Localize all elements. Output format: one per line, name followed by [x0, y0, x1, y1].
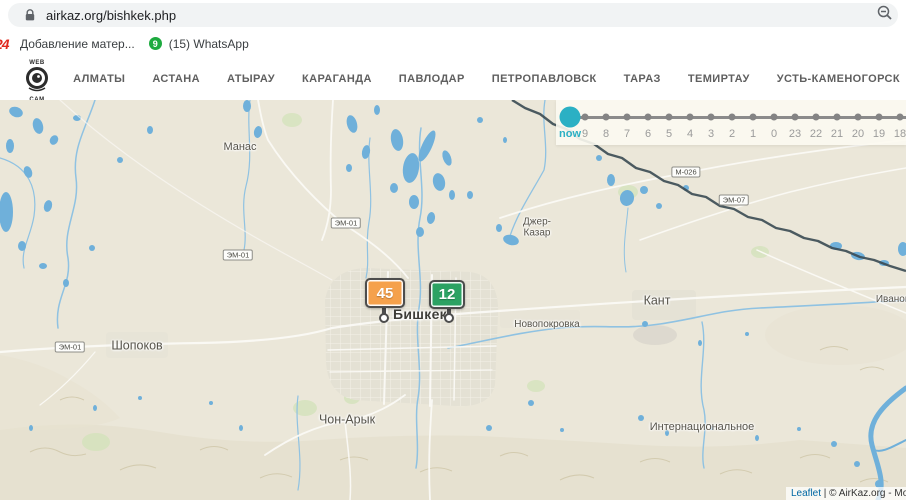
nav-city-link[interactable]: ТАРАЗ — [624, 73, 661, 85]
aqi-marker[interactable]: 12 — [429, 280, 465, 309]
slider-tick-dot[interactable] — [603, 114, 610, 121]
road-shield: ЭМ-01 — [331, 218, 361, 229]
slider-tick-label[interactable]: 2 — [729, 128, 735, 140]
map-attribution: Leaflet | © AirKaz.org - Мони — [786, 487, 906, 500]
place-label: Иванов — [876, 295, 906, 306]
road-shield: ЭМ-07 — [719, 195, 749, 206]
slider-tick-label[interactable]: 22 — [810, 128, 822, 140]
time-slider[interactable]: now9876543210232221201918 — [556, 100, 906, 145]
bookmark-item[interactable]: 24 Добавление матер... — [0, 36, 135, 52]
leaflet-link[interactable]: Leaflet — [791, 488, 821, 499]
slider-tick-dot[interactable] — [771, 114, 778, 121]
slider-tick-label[interactable]: 7 — [624, 128, 630, 140]
marker-pin-point — [379, 313, 389, 323]
slider-tick-dot[interactable] — [876, 114, 883, 121]
slider-tick-label[interactable]: 1 — [750, 128, 756, 140]
slider-tick-label[interactable]: 6 — [645, 128, 651, 140]
place-label: Кант — [644, 294, 671, 307]
site-24-icon: 24 — [0, 36, 13, 52]
slider-tick-dot[interactable] — [855, 114, 862, 121]
bookmark-item[interactable]: 9 (15) WhatsApp — [143, 37, 249, 51]
nav-city-link[interactable]: ПАВЛОДАР — [399, 73, 465, 85]
slider-tick-label[interactable]: 9 — [582, 128, 588, 140]
url-text[interactable]: airkaz.org/bishkek.php — [46, 8, 176, 23]
nav-city-link[interactable]: ПЕТРОПАВЛОВСК — [492, 73, 597, 85]
place-label: Новопокровка — [514, 320, 580, 331]
slider-tick-dot[interactable] — [624, 114, 631, 121]
air-quality-map[interactable]: now9876543210232221201918 Leaflet | © Ai… — [0, 100, 906, 500]
bookmarks-bar: 24 Добавление матер... 9 (15) WhatsApp — [0, 30, 906, 58]
camera-lens-icon — [24, 66, 50, 92]
place-label: Чон-Арык — [319, 413, 375, 426]
browser-toolbar: airkaz.org/bishkek.php — [0, 0, 906, 30]
slider-tick-label[interactable]: 21 — [831, 128, 843, 140]
slider-tick-label[interactable]: 3 — [708, 128, 714, 140]
road-shield: ЭМ-01 — [223, 250, 253, 261]
slider-tick-label[interactable]: 23 — [789, 128, 801, 140]
place-label: Шопоков — [111, 339, 162, 352]
slider-tick-dot[interactable] — [729, 114, 736, 121]
zoom-out-icon[interactable] — [876, 4, 894, 27]
slider-tick-label[interactable]: 18 — [894, 128, 906, 140]
road-shield: ЭМ-01 — [55, 342, 85, 353]
slider-tick-label[interactable]: 19 — [873, 128, 885, 140]
slider-tick-dot[interactable] — [666, 114, 673, 121]
site-header: WEB CAM АЛМАТЫ АСТАНА АТЫРАУ КАРАГАНДА ПАВЛО… — [0, 57, 906, 100]
nav-city-link[interactable]: УСТЬ-КАМЕНОГОРСК — [777, 73, 900, 85]
slider-tick-dot[interactable] — [687, 114, 694, 121]
slider-tick-dot[interactable] — [834, 114, 841, 121]
lock-icon[interactable] — [24, 9, 36, 22]
slider-tick-dot[interactable] — [645, 114, 652, 121]
slider-tick-dot[interactable] — [792, 114, 799, 121]
whatsapp-badge-icon: 9 — [149, 37, 162, 50]
bookmark-label: Добавление матер... — [20, 37, 135, 51]
nav-city-link[interactable]: ТЕМИРТАУ — [688, 73, 750, 85]
slider-handle-now[interactable] — [560, 107, 581, 128]
slider-tick-label[interactable]: 0 — [771, 128, 777, 140]
place-label: Интернациональное — [650, 422, 755, 434]
nav-city-link[interactable]: АСТАНА — [152, 73, 200, 85]
slider-tick-label[interactable]: 4 — [687, 128, 693, 140]
city-nav: АЛМАТЫ АСТАНА АТЫРАУ КАРАГАНДА ПАВЛОДАР ПЕТРО… — [73, 57, 900, 100]
slider-tick-label[interactable]: 20 — [852, 128, 864, 140]
nav-city-link[interactable]: АЛМАТЫ — [73, 73, 125, 85]
webcam-logo[interactable]: WEB CAM — [20, 60, 54, 98]
attribution-text: | © AirKaz.org - Мони — [821, 488, 906, 499]
place-label: Манас — [223, 142, 256, 154]
slider-label-now[interactable]: now — [559, 128, 581, 140]
road-shield: М-026 — [671, 167, 700, 178]
slider-tick-label[interactable]: 8 — [603, 128, 609, 140]
place-label: Джер-Казар — [523, 218, 551, 239]
slider-tick-dot[interactable] — [750, 114, 757, 121]
slider-tick-dot[interactable] — [708, 114, 715, 121]
address-bar[interactable]: airkaz.org/bishkek.php — [8, 3, 898, 27]
bookmark-label: (15) WhatsApp — [169, 37, 249, 51]
marker-pin-point — [444, 313, 454, 323]
nav-city-link[interactable]: КАРАГАНДА — [302, 73, 372, 85]
slider-tick-dot[interactable] — [897, 114, 904, 121]
slider-tick-label[interactable]: 5 — [666, 128, 672, 140]
nav-city-link[interactable]: АТЫРАУ — [227, 73, 275, 85]
slider-tick-dot[interactable] — [813, 114, 820, 121]
slider-tick-dot[interactable] — [582, 114, 589, 121]
aqi-marker[interactable]: 45 — [365, 278, 405, 308]
